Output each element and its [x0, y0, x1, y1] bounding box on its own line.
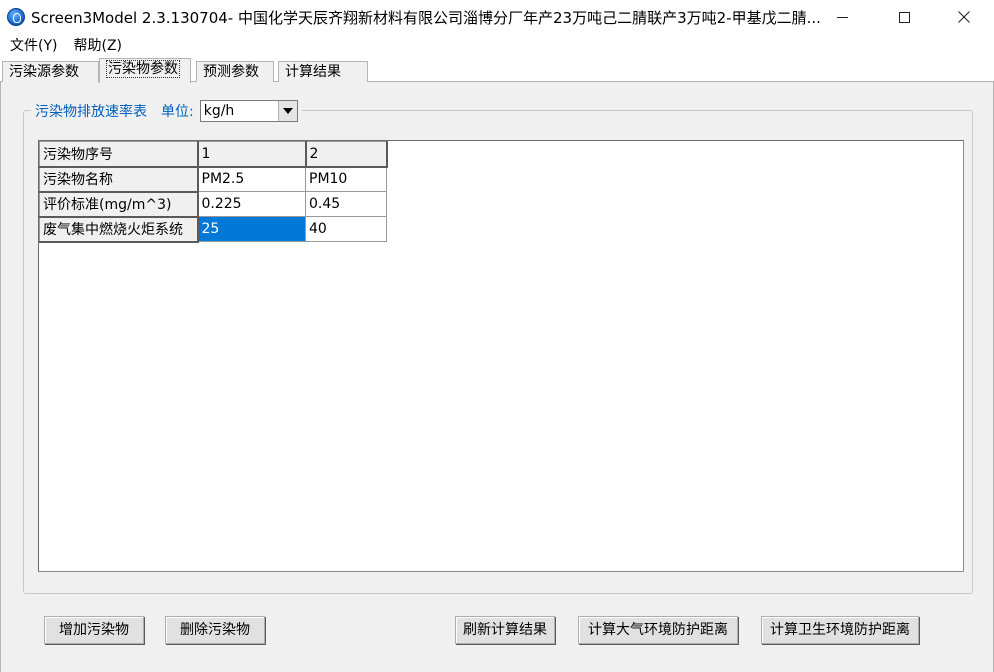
tab-label: 计算结果	[285, 64, 341, 80]
table-row: 污染物名称 PM2.5 PM10	[39, 166, 387, 193]
row-header: 污染物名称	[39, 166, 199, 193]
table-row: 评价标准(mg/m^3) 0.225 0.45	[39, 191, 387, 218]
maximize-button[interactable]	[878, 0, 930, 34]
window-title: Screen3Model 2.3.130704- 中国化学天辰齐翔新材料有限公司…	[31, 9, 821, 27]
close-button[interactable]	[938, 0, 990, 34]
grid-cell[interactable]: PM2.5	[197, 166, 306, 192]
unit-select[interactable]: kg/h	[199, 100, 298, 122]
row-header: 废气集中燃烧火炬系统	[39, 216, 199, 243]
calc-health-distance-button[interactable]: 计算卫生环境防护距离	[761, 616, 919, 644]
calc-atmospheric-distance-button[interactable]: 计算大气环境防护距离	[578, 616, 738, 644]
row-header: 评价标准(mg/m^3)	[39, 191, 199, 218]
title-bar: Screen3Model 2.3.130704- 中国化学天辰齐翔新材料有限公司…	[0, 0, 994, 34]
column-header: 2	[305, 141, 388, 168]
tab-source-params[interactable]: 污染源参数	[2, 61, 99, 82]
maximize-icon	[898, 11, 910, 23]
table-row: 污染物序号 1 2	[39, 141, 388, 168]
grid-cell[interactable]: 0.45	[305, 191, 387, 217]
column-header: 1	[197, 141, 307, 168]
menu-file[interactable]: 文件(Y)	[2, 35, 65, 57]
grid-cell[interactable]: 40	[305, 216, 387, 242]
tab-results[interactable]: 计算结果	[278, 61, 368, 82]
group-title: 污染物排放速率表	[35, 104, 147, 120]
row-header: 污染物序号	[39, 141, 199, 168]
menu-help[interactable]: 帮助(Z)	[65, 35, 130, 57]
refresh-results-button[interactable]: 刷新计算结果	[455, 616, 555, 644]
tab-pollutant-params[interactable]: 污染物参数	[99, 58, 191, 83]
grid-cell[interactable]: 0.225	[197, 191, 306, 217]
grid-cell-selected[interactable]: 25	[197, 216, 306, 242]
grid-cell[interactable]: PM10	[305, 166, 387, 192]
tab-panel: 污染物排放速率表 单位: kg/h 污染物序号 1 2 污染物名称 PM2.5 …	[0, 82, 994, 672]
group-header: 污染物排放速率表 单位: kg/h	[31, 99, 302, 123]
close-icon	[958, 11, 970, 23]
tab-label: 污染物参数	[106, 60, 180, 78]
table-row: 废气集中燃烧火炬系统 25 40	[39, 216, 387, 243]
unit-value: kg/h	[203, 103, 235, 119]
tab-strip: 污染源参数 污染物参数 预测参数 计算结果	[0, 58, 994, 83]
chevron-down-icon[interactable]	[277, 101, 297, 121]
add-pollutant-button[interactable]: 增加污染物	[44, 616, 144, 644]
menu-bar: 文件(Y) 帮助(Z)	[0, 34, 994, 58]
app-globe-icon	[7, 8, 25, 26]
pollutant-table: 污染物序号 1 2 污染物名称 PM2.5 PM10 评价标准(mg/m^3) …	[39, 141, 388, 243]
tab-label: 预测参数	[203, 64, 259, 80]
pollutant-grid[interactable]: 污染物序号 1 2 污染物名称 PM2.5 PM10 评价标准(mg/m^3) …	[38, 140, 964, 572]
tab-label: 污染源参数	[9, 64, 79, 80]
delete-pollutant-button[interactable]: 删除污染物	[165, 616, 265, 644]
minimize-icon	[836, 16, 848, 18]
tab-predict-params[interactable]: 预测参数	[196, 61, 274, 82]
unit-label: 单位:	[161, 104, 194, 120]
minimize-button[interactable]	[816, 0, 868, 34]
